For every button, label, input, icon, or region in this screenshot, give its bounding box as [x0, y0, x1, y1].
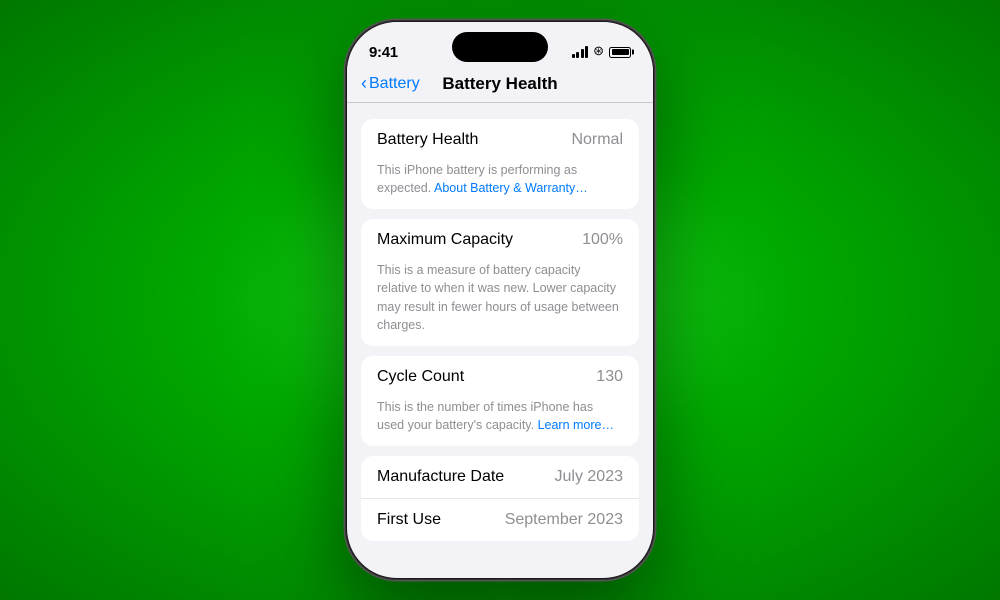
status-icons: ⊛ — [572, 45, 631, 59]
signal-bar-4 — [585, 46, 588, 58]
phone-frame: 9:41 ⊛ ‹ Battery — [345, 20, 655, 580]
manufacture-date-value: July 2023 — [555, 468, 624, 486]
about-battery-warranty-link[interactable]: About Battery & Warranty… — [434, 181, 588, 195]
battery-health-row: Battery Health Normal — [361, 119, 639, 161]
first-use-row: First Use September 2023 — [361, 498, 639, 541]
cycle-count-card: Cycle Count 130 This is the number of ti… — [361, 356, 639, 446]
max-capacity-description: This is a measure of battery capacity re… — [361, 261, 639, 346]
back-button[interactable]: ‹ Battery — [361, 74, 420, 94]
signal-icon — [572, 46, 589, 58]
back-chevron-icon: ‹ — [361, 73, 367, 94]
battery-icon — [609, 47, 631, 58]
content-area: Battery Health Normal This iPhone batter… — [347, 103, 653, 578]
battery-health-label: Battery Health — [377, 131, 478, 149]
max-capacity-value: 100% — [582, 231, 623, 249]
cycle-count-description: This is the number of times iPhone has u… — [361, 398, 639, 446]
max-capacity-label: Maximum Capacity — [377, 231, 513, 249]
manufacture-date-row: Manufacture Date July 2023 — [361, 456, 639, 498]
dates-card: Manufacture Date July 2023 First Use Sep… — [361, 456, 639, 541]
back-button-label: Battery — [369, 75, 420, 93]
signal-bar-2 — [576, 52, 579, 58]
learn-more-link[interactable]: Learn more… — [538, 418, 614, 432]
cycle-count-value: 130 — [596, 368, 623, 386]
battery-health-card: Battery Health Normal This iPhone batter… — [361, 119, 639, 209]
cycle-count-row: Cycle Count 130 — [361, 356, 639, 398]
status-time: 9:41 — [369, 44, 398, 61]
page-title: Battery Health — [442, 74, 557, 94]
max-capacity-row: Maximum Capacity 100% — [361, 219, 639, 261]
battery-health-description: This iPhone battery is performing as exp… — [361, 161, 639, 209]
first-use-label: First Use — [377, 511, 441, 529]
navigation-bar: ‹ Battery Battery Health — [347, 70, 653, 103]
battery-health-value: Normal — [571, 131, 623, 149]
status-bar: 9:41 ⊛ — [347, 22, 653, 70]
dynamic-island — [452, 32, 548, 62]
battery-body — [609, 47, 631, 58]
max-capacity-card: Maximum Capacity 100% This is a measure … — [361, 219, 639, 346]
first-use-value: September 2023 — [505, 511, 623, 529]
phone-screen: 9:41 ⊛ ‹ Battery — [347, 22, 653, 578]
manufacture-date-label: Manufacture Date — [377, 468, 504, 486]
battery-fill — [612, 49, 629, 55]
signal-bar-1 — [572, 54, 575, 58]
wifi-icon: ⊛ — [593, 43, 604, 59]
signal-bar-3 — [581, 49, 584, 58]
cycle-count-label: Cycle Count — [377, 368, 464, 386]
